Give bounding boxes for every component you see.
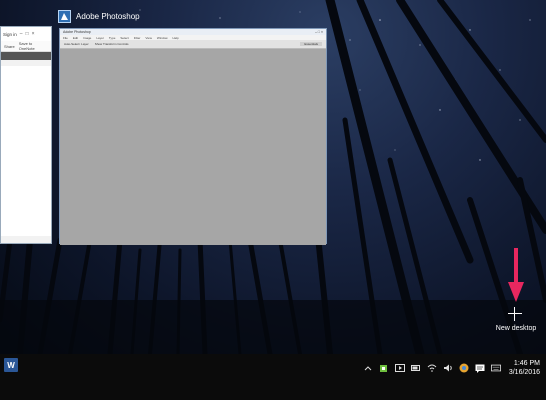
menu-select[interactable]: Select [120, 36, 128, 40]
auto-select-option[interactable]: Auto-Select: Layer [64, 42, 89, 46]
pointer-arrow-icon [508, 248, 524, 302]
video-icon[interactable] [394, 363, 405, 373]
menu-help[interactable]: Help [173, 36, 179, 40]
menu-type[interactable]: Type [109, 36, 116, 40]
photoshop-app-name: Adobe Photoshop [76, 12, 140, 21]
battery-icon[interactable] [410, 363, 421, 373]
photoshop-options-bar: Auto-Select: Layer Show Transform Contro… [60, 40, 326, 49]
clock-time: 1:46 PM [513, 360, 540, 367]
notification-icon[interactable] [475, 363, 485, 373]
system-clock[interactable]: 1:46 PM 3/16/2016 [509, 359, 540, 377]
chevron-up-icon[interactable] [363, 363, 373, 373]
menu-image[interactable]: Image [83, 36, 91, 40]
wifi-icon[interactable] [427, 363, 437, 373]
menu-view[interactable]: View [145, 36, 151, 40]
photoshop-workspace [60, 49, 326, 245]
left-window-toolbar: Share Save to OneNote [1, 41, 51, 52]
maximize-icon[interactable]: □ [26, 31, 29, 37]
menu-file[interactable]: File [63, 36, 68, 40]
photoshop-window-thumbnail[interactable]: Adobe Photoshop – □ × File Edit Image La… [59, 28, 327, 245]
system-tray: 1:46 PM 3/16/2016 [363, 356, 540, 380]
menu-layer[interactable]: Layer [96, 36, 104, 40]
new-desktop-button[interactable]: New desktop [489, 325, 543, 332]
photoshop-window-label[interactable]: Adobe Photoshop [58, 10, 140, 23]
left-window-document [1, 66, 51, 236]
photoshop-window-title: Adobe Photoshop [63, 30, 91, 34]
left-window-titlebar: Sign in – □ × [1, 27, 51, 41]
menu-edit[interactable]: Edit [73, 36, 78, 40]
share-button[interactable]: Share [4, 44, 15, 49]
photoshop-app-icon [58, 10, 71, 23]
menu-window[interactable]: Window [157, 36, 168, 40]
sign-in-link[interactable]: Sign in [3, 32, 17, 37]
left-window-divider [1, 52, 51, 60]
chrome-icon[interactable] [459, 363, 469, 373]
minimize-icon[interactable]: – [20, 31, 23, 37]
left-window-thumbnail[interactable]: Sign in – □ × Share Save to OneNote [0, 26, 52, 244]
taskbar: W 1:46 PM 3/16/2016 [0, 354, 546, 400]
window-controls-icon[interactable]: – □ × [315, 30, 323, 34]
clock-date: 3/16/2016 [508, 369, 540, 376]
transform-controls-option[interactable]: Show Transform Controls [95, 42, 129, 46]
app-icon[interactable] [379, 363, 389, 373]
close-icon[interactable]: × [32, 31, 35, 37]
new-desktop-plus-icon[interactable] [508, 307, 522, 321]
keyboard-icon[interactable] [490, 363, 501, 373]
word-app-icon[interactable]: W [4, 358, 18, 372]
workspace-selector[interactable]: Essentials [300, 42, 322, 46]
save-to-onenote-button[interactable]: Save to OneNote [19, 41, 48, 51]
menu-filter[interactable]: Filter [134, 36, 141, 40]
volume-icon[interactable] [443, 363, 453, 373]
